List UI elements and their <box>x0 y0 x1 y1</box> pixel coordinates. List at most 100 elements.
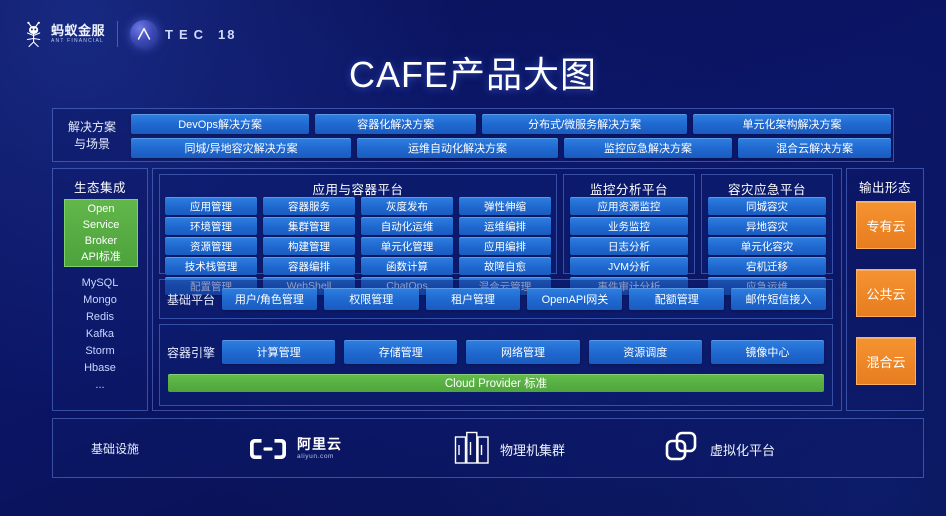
ant-financial-logo: 蚂蚁金服 ANT FINANCIAL <box>22 20 105 48</box>
container-engine-chip[interactable]: 存储管理 <box>344 340 458 364</box>
solution-chip[interactable]: 运维自动化解决方案 <box>357 138 558 158</box>
aliyun-icon <box>250 439 286 459</box>
ecosystem-list-item: Kafka <box>85 328 115 340</box>
app-container-platform-panel: 应用与容器平台 应用管理 环境管理 资源管理 技术栈管理 配置管理 容器服务 集… <box>159 174 557 295</box>
platform-stack-panel: 应用与容器平台 应用管理 环境管理 资源管理 技术栈管理 配置管理 容器服务 集… <box>152 168 842 411</box>
app-platform-chip[interactable]: 单元化管理 <box>361 237 453 255</box>
app-platform-chip[interactable]: 故障自愈 <box>459 257 551 275</box>
output-form-box[interactable]: 公共云 <box>856 269 916 317</box>
output-form-box[interactable]: 专有云 <box>856 201 916 249</box>
ecosystem-list-item: MySQL <box>81 277 119 289</box>
ecosystem-list-item: Hbase <box>84 362 116 374</box>
physical-cluster-label: 物理机集群 <box>500 442 566 458</box>
solutions-label-line2: 与场景 <box>73 137 110 151</box>
base-platform-chip[interactable]: 邮件短信接入 <box>731 288 826 310</box>
app-container-platform-title: 应用与容器平台 <box>312 183 404 197</box>
atec-year: 18 <box>218 26 237 42</box>
container-engine-chip[interactable]: 镜像中心 <box>710 340 825 364</box>
slide-root: 蚂蚁金服 ANT FINANCIAL TEC 18 CAFE产品大图 解决方案 … <box>0 0 946 516</box>
base-platform-chip[interactable]: 配额管理 <box>629 288 725 310</box>
monitor-platform-chip[interactable]: 应用资源监控 <box>570 197 688 215</box>
ecosystem-list: MySQL Mongo Redis Kafka Storm Hbase ... <box>53 275 147 394</box>
monitor-platform-chip[interactable]: 业务监控 <box>570 217 688 235</box>
container-engine-chip[interactable]: 计算管理 <box>222 340 336 364</box>
app-platform-chip[interactable]: 技术栈管理 <box>165 257 257 275</box>
app-platform-chip[interactable]: 函数计算 <box>361 257 453 275</box>
atec-a-icon <box>130 20 159 48</box>
app-platform-chip[interactable]: 集群管理 <box>263 217 355 235</box>
app-platform-chip[interactable]: 环境管理 <box>165 217 257 235</box>
dr-platform-chip[interactable]: 宕机迁移 <box>708 257 826 275</box>
ecosystem-panel: 生态集成 Open Service Broker API标准 MySQL Mon… <box>52 168 148 411</box>
container-engine-chip[interactable]: 网络管理 <box>466 340 580 364</box>
container-engine-chip[interactable]: 资源调度 <box>588 340 702 364</box>
solution-chip[interactable]: DevOps解决方案 <box>131 114 310 134</box>
container-engine-list: 计算管理 存储管理 网络管理 资源调度 镜像中心 <box>222 340 832 364</box>
ecosystem-standard-item: Broker <box>84 235 118 247</box>
ecosystem-standard-box[interactable]: Open Service Broker API标准 <box>64 199 138 267</box>
app-platform-chip[interactable]: 容器编排 <box>263 257 355 275</box>
monitor-platform-title: 监控分析平台 <box>589 183 668 197</box>
app-platform-chip[interactable]: 构建管理 <box>263 237 355 255</box>
ecosystem-standard-item: API标准 <box>81 251 121 263</box>
brand-header: 蚂蚁金服 ANT FINANCIAL TEC 18 <box>22 20 236 48</box>
base-platform-chip[interactable]: 租户管理 <box>425 288 521 310</box>
ecosystem-list-item: ... <box>95 379 105 391</box>
infrastructure-panel: 基础设施 阿里云 aliyun.com 物理机集群 虚拟化平台 <box>52 418 924 478</box>
container-engine-row: 容器引擎 计算管理 存储管理 网络管理 资源调度 镜像中心 <box>160 325 832 374</box>
output-form-box[interactable]: 混合云 <box>856 337 916 385</box>
solutions-row-1: DevOps解决方案 容器化解决方案 分布式/微服务解决方案 单元化架构解决方案 <box>131 114 891 134</box>
solution-chip[interactable]: 单元化架构解决方案 <box>692 114 891 134</box>
monitor-platform-panel: 监控分析平台 应用资源监控 业务监控 日志分析 JVM分析 事件审计分析 <box>563 174 695 295</box>
ecosystem-title: 生态集成 <box>73 181 126 195</box>
container-engine-panel: 容器引擎 计算管理 存储管理 网络管理 资源调度 镜像中心 Cloud Prov… <box>159 324 833 406</box>
solution-chip[interactable]: 监控应急解决方案 <box>563 138 733 158</box>
solutions-panel: 解决方案 与场景 DevOps解决方案 容器化解决方案 分布式/微服务解决方案 … <box>52 108 894 162</box>
dr-platform-title: 容灾应急平台 <box>727 183 806 197</box>
app-platform-chip[interactable]: 自动化运维 <box>361 217 453 235</box>
monitor-platform-chip[interactable]: JVM分析 <box>570 257 688 275</box>
app-platform-chip[interactable]: 应用管理 <box>165 197 257 215</box>
base-platform-panel: 基础平台 用户/角色管理 权限管理 租户管理 OpenAPI网关 配额管理 邮件… <box>159 279 833 319</box>
app-platform-chip[interactable]: 灰度发布 <box>361 197 453 215</box>
dr-platform-chip[interactable]: 同城容灾 <box>708 197 826 215</box>
base-platform-label: 基础平台 <box>166 292 215 307</box>
base-platform-chip[interactable]: 权限管理 <box>323 288 419 310</box>
ecosystem-list-item: Mongo <box>83 294 117 306</box>
solution-chip[interactable]: 容器化解决方案 <box>315 114 477 134</box>
solutions-label-line1: 解决方案 <box>67 119 116 134</box>
app-platform-chip[interactable]: 弹性伸缩 <box>459 197 551 215</box>
ant-brand-en: ANT FINANCIAL <box>51 38 105 44</box>
base-platform-chip[interactable]: 用户/角色管理 <box>222 288 317 310</box>
app-platform-chip[interactable]: 容器服务 <box>263 197 355 215</box>
solution-chip[interactable]: 同城/异地容灾解决方案 <box>131 138 352 158</box>
solutions-label: 解决方案 与场景 <box>53 109 131 163</box>
ecosystem-standard-item: Open <box>87 203 115 215</box>
cloud-provider-bar: Cloud Provider 标准 <box>168 374 824 392</box>
aliyun-name-en: aliyun.com <box>297 453 335 461</box>
page-title: CAFE产品大图 <box>348 54 597 95</box>
solution-chip[interactable]: 分布式/微服务解决方案 <box>482 114 687 134</box>
infrastructure-virtual: 虚拟化平台 <box>663 429 775 469</box>
brand-divider <box>117 21 119 47</box>
base-platform-chip[interactable]: OpenAPI网关 <box>527 288 623 310</box>
monitor-platform-chip[interactable]: 日志分析 <box>570 237 688 255</box>
app-platform-chip[interactable]: 应用编排 <box>459 237 551 255</box>
infrastructure-label: 基础设施 <box>91 442 140 456</box>
server-rack-icon <box>454 431 489 464</box>
dr-platform-chip[interactable]: 异地容灾 <box>708 217 826 235</box>
infrastructure-aliyun: 阿里云 aliyun.com <box>248 429 342 469</box>
ecosystem-list-item: Redis <box>85 311 115 323</box>
app-platform-chip[interactable]: 运维编排 <box>459 217 551 235</box>
dr-platform-panel: 容灾应急平台 同城容灾 异地容灾 单元化容灾 宕机迁移 应急运维 <box>701 174 833 295</box>
infrastructure-physical: 物理机集群 <box>453 429 565 469</box>
ant-mascot-icon <box>26 21 41 48</box>
virtualization-icon <box>665 431 697 461</box>
virtual-platform-label: 虚拟化平台 <box>710 442 776 458</box>
atec-wordmark: TEC <box>165 26 210 42</box>
solution-chip[interactable]: 混合云解决方案 <box>738 138 891 158</box>
dr-platform-chip[interactable]: 单元化容灾 <box>708 237 826 255</box>
app-platform-chip[interactable]: 资源管理 <box>165 237 257 255</box>
output-forms-panel: 输出形态 专有云 公共云 混合云 <box>846 168 924 411</box>
ecosystem-standard-item: Service <box>82 219 120 231</box>
